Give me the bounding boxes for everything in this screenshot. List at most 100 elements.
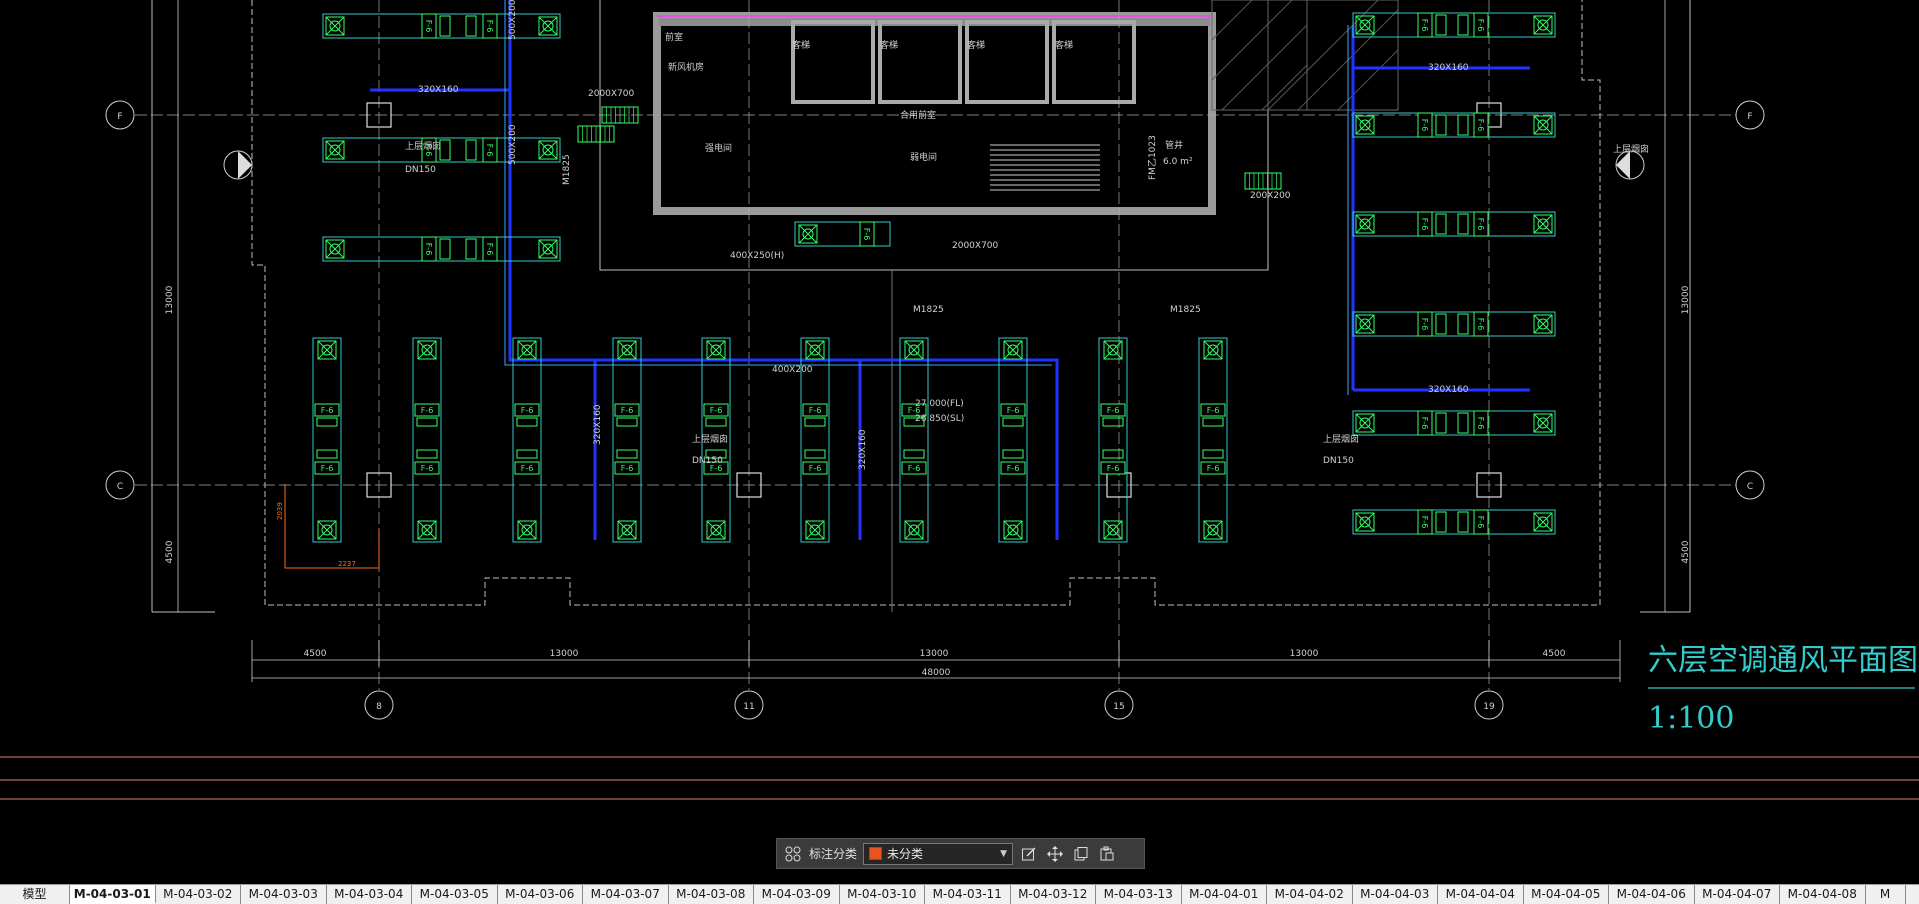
fan-coil-unit-core[interactable]: F-6 <box>794 221 891 247</box>
drawing-title: 六层空调通风平面图 <box>1648 643 1918 678</box>
drawing-canvas[interactable]: F C F C 8 11 15 19 4500 13000 13000 1300… <box>0 0 1919 884</box>
edit-icon[interactable] <box>1019 844 1039 864</box>
fan-coil-unit-right-5[interactable]: F-6 F-6 <box>1352 410 1556 436</box>
unit-tag: F-6 <box>908 464 921 473</box>
unit-tag: F-6 <box>485 144 494 157</box>
fan-coil-unit-9[interactable]: F-6 F-6 <box>1098 337 1128 543</box>
tab-m-04-04-05[interactable]: M-04-04-05 <box>1524 885 1609 904</box>
unit-tag: F-6 <box>1476 19 1485 32</box>
duct-size-4: 320X160 <box>1428 63 1469 73</box>
air-grille-1 <box>577 125 615 143</box>
unit-tag: F-6 <box>862 228 871 241</box>
tab-m-04-04-02[interactable]: M-04-04-02 <box>1267 885 1353 904</box>
tab-m-04-04-03[interactable]: M-04-04-03 <box>1353 885 1438 904</box>
room-area: 6.0 m² <box>1163 157 1193 167</box>
tab-m-04-03-06[interactable]: M-04-03-06 <box>498 885 583 904</box>
category-dropdown[interactable]: 未分类 ▼ <box>863 842 1014 865</box>
tab-m-04-03-03[interactable]: M-04-03-03 <box>241 885 327 904</box>
door-m1825-a: M1825 <box>913 305 944 315</box>
paste-icon[interactable] <box>1097 844 1117 864</box>
unit-tag: F-6 <box>421 406 434 415</box>
unit-tag: F-6 <box>521 406 534 415</box>
unit-tag: F-6 <box>485 20 494 33</box>
tab-m-04-04-08[interactable]: M-04-04-08 <box>1780 885 1866 904</box>
duct-size-6: 500X200 <box>508 124 518 165</box>
tab-m-04-03-04[interactable]: M-04-03-04 <box>327 885 412 904</box>
tab-m[interactable]: M <box>1866 885 1906 904</box>
unit-tag: F-6 <box>1420 119 1429 132</box>
local-dimension <box>284 484 380 569</box>
annotation-category-label: 标注分类 <box>809 847 858 861</box>
tab-m-04-03-12[interactable]: M-04-03-12 <box>1011 885 1096 904</box>
unit-tag: F-6 <box>485 243 494 256</box>
annotation-dn150-2: DN150 <box>692 456 723 466</box>
fan-coil-unit-right-4[interactable]: F-6 F-6 <box>1352 311 1556 337</box>
tab-m-04-03-11[interactable]: M-04-03-11 <box>925 885 1011 904</box>
fan-coil-unit-right-2[interactable]: F-6 F-6 <box>1352 112 1556 138</box>
tab-m-04-03-01[interactable]: M-04-03-01 <box>70 885 156 904</box>
unit-tag: F-6 <box>1476 119 1485 132</box>
annotation-smoke-4: 上层烟囱 <box>1613 143 1649 155</box>
annotation-dn150-3: DN150 <box>1323 456 1354 466</box>
tab-m-04-03-05[interactable]: M-04-03-05 <box>412 885 498 904</box>
fan-coil-unit-left-3[interactable]: F-6 F-6 <box>322 236 561 262</box>
fan-coil-unit-left-2[interactable]: F-6 F-6 <box>322 137 561 163</box>
unit-tag: F-6 <box>424 243 433 256</box>
fan-coil-unit-7[interactable]: F-6F-6 <box>899 337 929 543</box>
dim-4500-a: 4500 <box>304 649 327 659</box>
axis-label-8: 8 <box>376 702 382 712</box>
axis-label-11: 11 <box>743 702 754 712</box>
fan-coil-unit-1[interactable]: F-6 F-6 <box>312 337 342 543</box>
tab-m-04-03-02[interactable]: M-04-03-02 <box>156 885 241 904</box>
reference-lines <box>0 756 1919 800</box>
tab-m-04-04-06[interactable]: M-04-04-06 <box>1609 885 1695 904</box>
room-power: 强电间 <box>705 142 732 154</box>
annotation-smoke-2: 上层烟囱 <box>692 433 728 445</box>
room-shaft: 管井 <box>1165 139 1183 151</box>
tab-m-04-04-01[interactable]: M-04-04-01 <box>1182 885 1267 904</box>
copy-icon[interactable] <box>1071 844 1091 864</box>
fan-coil-unit-4[interactable]: F-6 F-6 <box>612 337 642 543</box>
annotation-smoke-3: 上层烟囱 <box>1323 433 1359 445</box>
category-color-swatch <box>869 847 883 860</box>
move-icon[interactable] <box>1045 844 1065 864</box>
door-m1825-c: M1825 <box>562 154 572 185</box>
dim-13000-a: 13000 <box>550 649 579 659</box>
fan-coil-unit-right-6[interactable]: F-6 F-6 <box>1352 509 1556 535</box>
category-grid-icon[interactable] <box>783 844 803 864</box>
dim-vertical-right-4500: 4500 <box>1681 540 1691 563</box>
duct-size-11: 2000X700 <box>588 89 635 99</box>
annotation-smoke-1: 上层烟囱 <box>405 140 441 152</box>
tab-m-04-03-13[interactable]: M-04-03-13 <box>1096 885 1182 904</box>
tab-m-04-04-07[interactable]: M-04-04-07 <box>1695 885 1780 904</box>
fan-coil-unit-3[interactable]: F-6 F-6 <box>512 337 542 543</box>
duct-size-2: 500X200 <box>508 0 518 40</box>
axis-label-c-left: C <box>117 482 123 492</box>
dim-vertical-left-4500: 4500 <box>165 540 175 563</box>
fan-coil-unit-left-1[interactable]: F-6 F-6 <box>322 13 561 39</box>
tab-m-04-03-08[interactable]: M-04-03-08 <box>669 885 754 904</box>
unit-tag: F-6 <box>1420 417 1429 430</box>
fan-coil-unit-2[interactable]: F-6 F-6 <box>412 337 442 543</box>
tab-m-04-03-07[interactable]: M-04-03-07 <box>583 885 669 904</box>
fan-coil-unit-right-3[interactable]: F-6 F-6 <box>1352 211 1556 237</box>
axis-label-19: 19 <box>1483 702 1495 712</box>
unit-tag: F-6 <box>421 464 434 473</box>
unit-tag: F-6 <box>1107 406 1120 415</box>
duct-size-9: 400X250(H) <box>730 251 784 261</box>
unit-tag: F-6 <box>710 406 723 415</box>
tab-m-04-04-04[interactable]: M-04-04-04 <box>1438 885 1524 904</box>
tab-m-04-03-09[interactable]: M-04-03-09 <box>754 885 840 904</box>
tab-model[interactable]: 模型 <box>0 885 70 904</box>
layout-tab-bar: 模型 M-04-03-01 M-04-03-02 M-04-03-03 M-04-03-… <box>0 884 1919 904</box>
fan-coil-unit-10[interactable]: F-6 F-6 <box>1198 337 1228 543</box>
unit-tag: F-6 <box>1207 464 1220 473</box>
tab-m-04-03-10[interactable]: M-04-03-10 <box>840 885 925 904</box>
unit-tag: F-6 <box>1476 318 1485 331</box>
room-elevator-1: 客梯 <box>792 39 810 51</box>
section-marker-left <box>223 150 253 180</box>
door-fm: FM乙1023 <box>1147 135 1158 180</box>
dim-total: 48000 <box>922 668 951 678</box>
dim-vertical-right-13000: 13000 <box>1681 285 1691 314</box>
fan-coil-unit-8[interactable]: F-6 F-6 <box>998 337 1028 543</box>
